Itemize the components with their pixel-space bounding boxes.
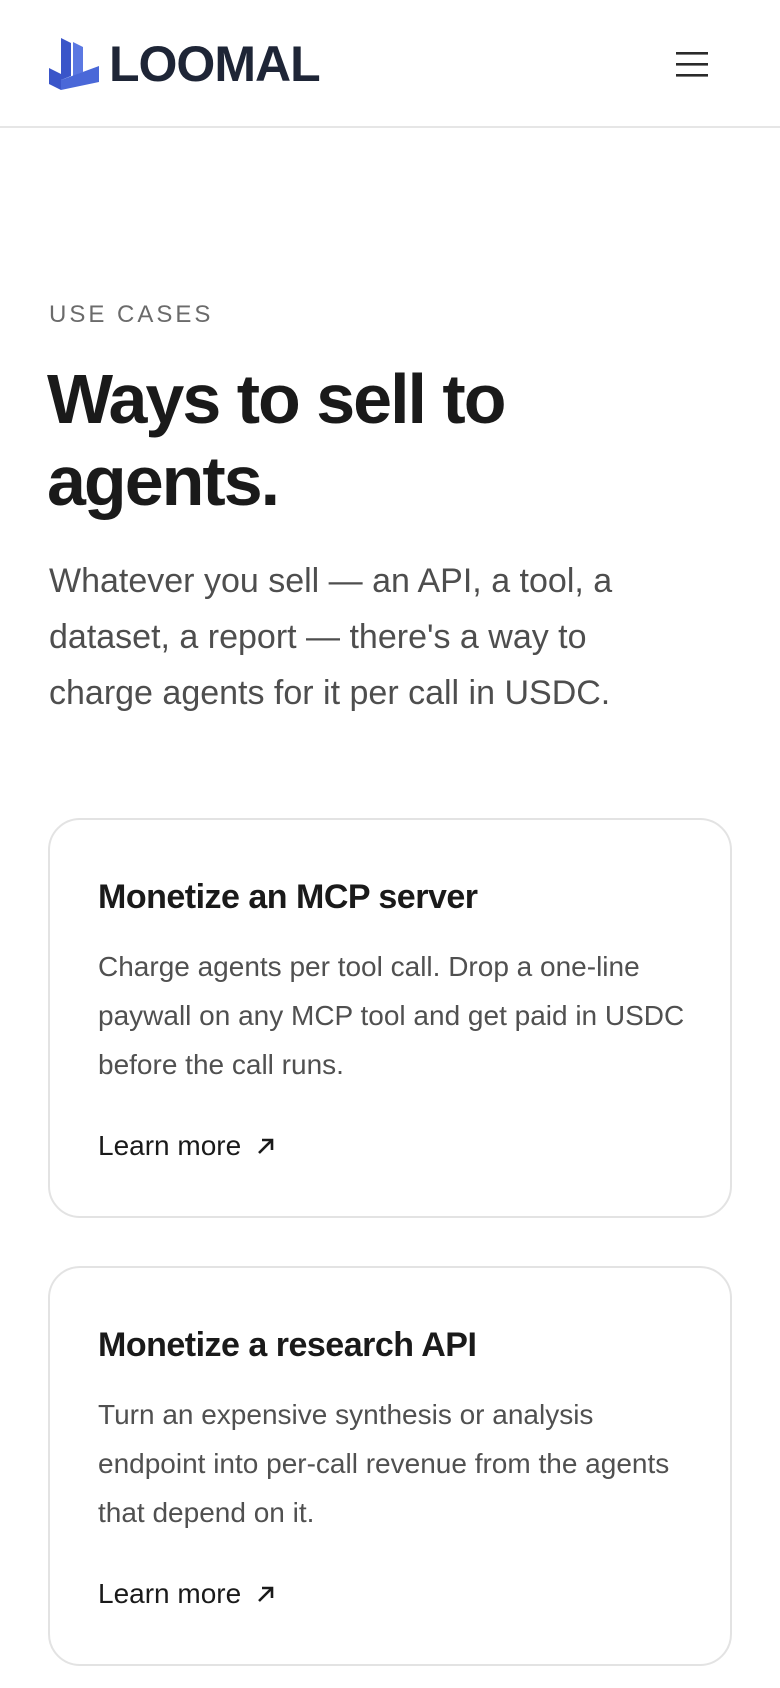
card-description: Charge agents per tool call. Drop a one-… (98, 951, 685, 1080)
section-eyebrow: USE CASES (49, 301, 214, 328)
card-title: Monetize an MCP server (98, 878, 478, 916)
brand-logo-link[interactable]: LOOMAL (49, 36, 321, 92)
arrow-up-right-icon (258, 1586, 274, 1602)
learn-more-link[interactable]: Learn more (98, 1128, 277, 1164)
site-header: LOOMAL (0, 0, 780, 128)
intro-paragraph: Whatever you sell — an API, a tool, a da… (49, 562, 613, 712)
use-case-card-mcp-server: Monetize an MCP server Charge agents per… (48, 818, 732, 1218)
use-case-card-research-api: Monetize a research API Turn an expensiv… (48, 1266, 732, 1666)
learn-more-link[interactable]: Learn more (98, 1576, 277, 1612)
hamburger-menu-icon[interactable] (672, 44, 712, 84)
page-title: Ways to sell to agents. (47, 360, 507, 520)
card-description: Turn an expensive synthesis or analysis … (98, 1399, 670, 1528)
loomal-logo-icon (49, 38, 99, 90)
learn-more-label: Learn more (98, 1130, 242, 1161)
learn-more-label: Learn more (98, 1578, 242, 1609)
arrow-up-right-icon (258, 1138, 274, 1154)
card-title: Monetize a research API (98, 1326, 477, 1364)
brand-name: LOOMAL (109, 36, 321, 92)
